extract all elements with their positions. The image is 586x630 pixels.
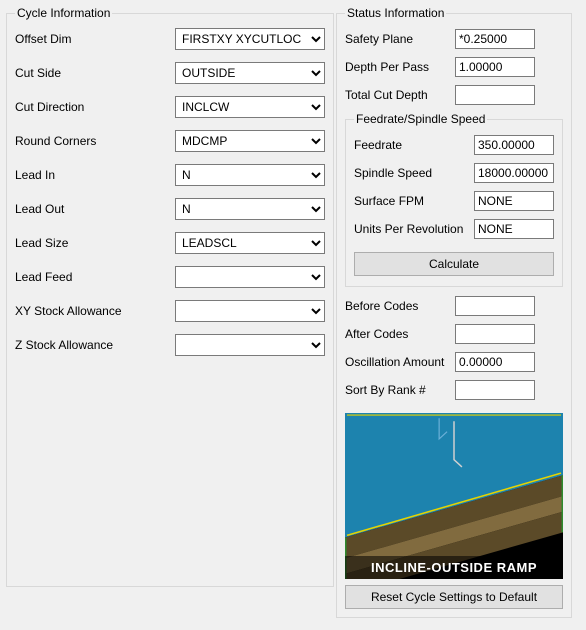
sort-rank-input[interactable] xyxy=(455,380,535,400)
total-cut-depth-label: Total Cut Depth xyxy=(345,88,455,102)
feedrate-spindle-group: Feedrate/Spindle Speed Feedrate Spindle … xyxy=(345,112,563,287)
feedrate-label: Feedrate xyxy=(354,138,474,152)
cycle-information-legend: Cycle Information xyxy=(15,6,112,20)
feedrate-spindle-legend: Feedrate/Spindle Speed xyxy=(354,112,487,126)
status-information-group: Status Information Safety Plane Depth Pe… xyxy=(336,6,572,618)
oscillation-label: Oscillation Amount xyxy=(345,355,455,369)
z-stock-combo[interactable] xyxy=(175,334,325,356)
safety-plane-input[interactable] xyxy=(455,29,535,49)
sort-rank-label: Sort By Rank # xyxy=(345,383,455,397)
lead-out-combo[interactable]: N xyxy=(175,198,325,220)
cut-side-label: Cut Side xyxy=(15,66,175,80)
depth-per-pass-label: Depth Per Pass xyxy=(345,60,455,74)
round-corners-label: Round Corners xyxy=(15,134,175,148)
after-codes-input[interactable] xyxy=(455,324,535,344)
lead-in-combo[interactable]: N xyxy=(175,164,325,186)
lead-size-label: Lead Size xyxy=(15,236,175,250)
round-corners-combo[interactable]: MDCMP xyxy=(175,130,325,152)
incline-ramp-illustration-icon xyxy=(345,413,563,579)
status-information-legend: Status Information xyxy=(345,6,446,20)
units-per-rev-input[interactable] xyxy=(474,219,554,239)
safety-plane-label: Safety Plane xyxy=(345,32,455,46)
reset-cycle-settings-button[interactable]: Reset Cycle Settings to Default xyxy=(345,585,563,609)
surface-fpm-label: Surface FPM xyxy=(354,194,474,208)
cut-direction-combo[interactable]: INCLCW xyxy=(175,96,325,118)
surface-fpm-input[interactable] xyxy=(474,191,554,211)
xy-stock-combo[interactable] xyxy=(175,300,325,322)
lead-feed-combo[interactable] xyxy=(175,266,325,288)
after-codes-label: After Codes xyxy=(345,327,455,341)
units-per-rev-label: Units Per Revolution xyxy=(354,222,474,236)
offset-dim-combo[interactable]: FIRSTXY XYCUTLOC xyxy=(175,28,325,50)
cut-direction-label: Cut Direction xyxy=(15,100,175,114)
xy-stock-label: XY Stock Allowance xyxy=(15,304,175,318)
cut-side-combo[interactable]: OUTSIDE xyxy=(175,62,325,84)
offset-dim-label: Offset Dim xyxy=(15,32,175,46)
before-codes-label: Before Codes xyxy=(345,299,455,313)
calculate-button[interactable]: Calculate xyxy=(354,252,554,276)
z-stock-label: Z Stock Allowance xyxy=(15,338,175,352)
oscillation-input[interactable] xyxy=(455,352,535,372)
total-cut-depth-input[interactable] xyxy=(455,85,535,105)
spindle-speed-label: Spindle Speed xyxy=(354,166,474,180)
lead-out-label: Lead Out xyxy=(15,202,175,216)
spindle-speed-input[interactable] xyxy=(474,163,554,183)
cycle-illustration: INCLINE-OUTSIDE RAMP xyxy=(345,413,563,579)
lead-feed-label: Lead Feed xyxy=(15,270,175,284)
depth-per-pass-input[interactable] xyxy=(455,57,535,77)
feedrate-input[interactable] xyxy=(474,135,554,155)
lead-in-label: Lead In xyxy=(15,168,175,182)
illustration-caption: INCLINE-OUTSIDE RAMP xyxy=(345,556,563,579)
before-codes-input[interactable] xyxy=(455,296,535,316)
cycle-information-group: Cycle Information Offset Dim FIRSTXY XYC… xyxy=(6,6,334,587)
lead-size-combo[interactable]: LEADSCL xyxy=(175,232,325,254)
